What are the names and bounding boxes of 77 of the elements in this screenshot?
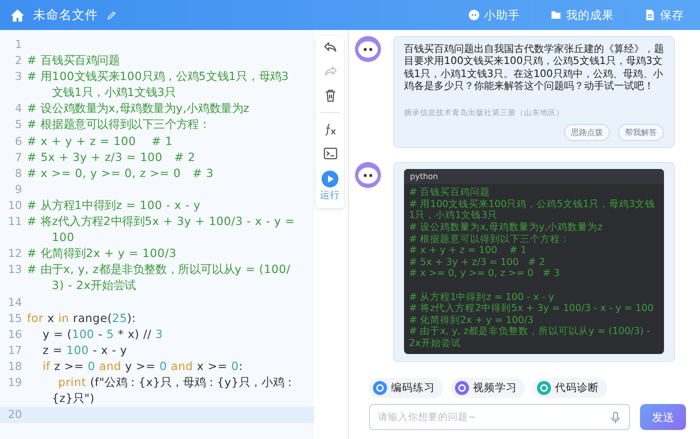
line-number: 7 [14, 150, 22, 166]
send-button[interactable]: 发送 [640, 404, 686, 430]
line-number: 4 [14, 101, 22, 118]
line-number: 20 [7, 407, 22, 424]
suggestion-button[interactable]: 思路点拨 [564, 124, 610, 142]
home-icon[interactable] [10, 8, 25, 22]
suggestion-button[interactable]: 帮我解答 [618, 124, 664, 142]
results-button[interactable]: 我的成果 [546, 6, 618, 24]
undo-icon [322, 40, 338, 55]
question-input[interactable]: 请输入你想要的问题~ [369, 404, 630, 430]
undo-button[interactable] [322, 40, 338, 55]
terminal-icon [322, 146, 338, 161]
robot-icon [468, 9, 480, 21]
line-number: 5 [14, 117, 22, 134]
function-button[interactable] [322, 122, 338, 137]
code-line: # 化简得到2x + y = 100/3 [27, 246, 178, 262]
avatar-icon [355, 162, 381, 188]
line-number: 3 [14, 69, 22, 86]
code-line: y = (100 - 5 * x) // 3 [42, 326, 164, 343]
code-line: if z >= 0 and y >= 0 and x >= 0: [42, 358, 244, 375]
pencil-icon[interactable] [106, 10, 117, 20]
code-line: # 从方程1中得到z = 100 - x - y [409, 290, 556, 303]
code-line: # 化简得到2x + y = 100/3 [409, 314, 534, 326]
code-line: # x + y + z = 100 # 1 [409, 245, 528, 257]
avatar-icon [355, 36, 381, 62]
code-line: # 用100文钱买来100只鸡，公鸡5文钱1只，母鸡3文钱1只，小鸡1文钱3只 [409, 198, 656, 222]
line-number: 14 [7, 294, 22, 310]
code-line: # 设公鸡数量为x,母鸡数量为y,小鸡数量为z [27, 101, 250, 118]
code-line: # 由于x, y, z都是非负整数，所以可以从y = (100/3) - 2x开始尝试 [27, 262, 292, 294]
line-number: 8 [14, 166, 22, 182]
code-line: # x >= 0, y >= 0, z >= 0 # 3 [409, 268, 561, 280]
code-line: # 百钱买百鸡问题 [27, 53, 121, 70]
shortcut-chip[interactable]: 视频学习 [451, 378, 525, 398]
code-line: # 将z代入方程2中得到5x + 3y + 100/3 - x - y = 100 [27, 214, 296, 246]
code-line: # x >= 0, y >= 0, z >= 0 # 3 [27, 166, 215, 182]
line-number: 11 [7, 214, 22, 230]
function-icon [322, 122, 338, 137]
save-button[interactable]: 保存 [640, 6, 688, 24]
line-number: 15 [7, 310, 22, 327]
document-icon [644, 9, 656, 21]
shortcut-chip[interactable]: 编码练习 [369, 378, 443, 398]
line-number: 9 [14, 182, 22, 198]
folder-icon [550, 9, 562, 21]
code-line: # 根据题意可以得到以下三个方程： [409, 234, 572, 246]
code-line: # 5x + 3y + z/3 = 100 # 2 [409, 256, 546, 268]
code-line: # x + y + z = 100 # 1 [27, 134, 174, 150]
line-number: 12 [7, 246, 22, 262]
code-line: # 5x + 3y + z/3 = 100 # 2 [27, 150, 196, 166]
shortcut-chip[interactable]: 代码诊断 [533, 378, 607, 398]
file-title[interactable]: 未命名文件 [33, 6, 98, 24]
line-number: 6 [14, 134, 22, 150]
microphone-icon[interactable] [609, 411, 622, 424]
code-line: # 从方程1中得到z = 100 - x - y [27, 198, 202, 214]
code-line: # 设公鸡数量为x,母鸡数量为y,小鸡数量为z [409, 222, 604, 234]
code-line: # 百钱买百鸡问题 [409, 187, 492, 199]
redo-icon [322, 64, 338, 79]
code-line: # 将z代入方程2中得到5x + 3y = 100/3 - x - y = 100 [409, 303, 655, 315]
code-line: # 由于x, y, z都是非负整数，所以可以从y = (100/3) - 2x开始尝试 [409, 326, 652, 350]
code-line: # 用100文钱买来100只鸡，公鸡5文钱1只，母鸡3文钱1只，小鸡1文钱3只 [27, 69, 290, 102]
line-number: 13 [7, 262, 22, 278]
line-number: 16 [7, 326, 22, 343]
line-number: 17 [7, 342, 22, 359]
language-label: python [404, 169, 664, 184]
terminal-button[interactable] [322, 146, 338, 161]
message-text: 百钱买百鸡问题出自我国古代数学家张丘建的《算经》，题目要求用100文钱买来100只鸡，公鸡5文钱1只，母鸡3文钱1只，小鸡1文钱3只。在这100只鸡中，公鸡、母鸡、小鸡各是多少只？你能来解答这个问题吗？动手试一试吧！ [404, 44, 664, 94]
assistant-button[interactable]: 小助手 [464, 6, 524, 24]
run-button[interactable]: 运行 [320, 170, 340, 202]
line-number: 10 [7, 198, 22, 214]
line-number: 19 [7, 374, 22, 391]
line-number: 18 [7, 358, 22, 375]
play-icon [321, 170, 339, 188]
code-line: z = 100 - x - y [42, 342, 128, 359]
code-line: for x in range(25): [27, 310, 137, 327]
line-number: 2 [14, 53, 22, 70]
code-line: print (f"公鸡：{x}只，母鸡：{y}只，小鸡：{z}只") [50, 374, 296, 408]
code-line: # 根据题意可以得到以下三个方程： [27, 117, 212, 134]
line-number: 1 [14, 37, 22, 53]
